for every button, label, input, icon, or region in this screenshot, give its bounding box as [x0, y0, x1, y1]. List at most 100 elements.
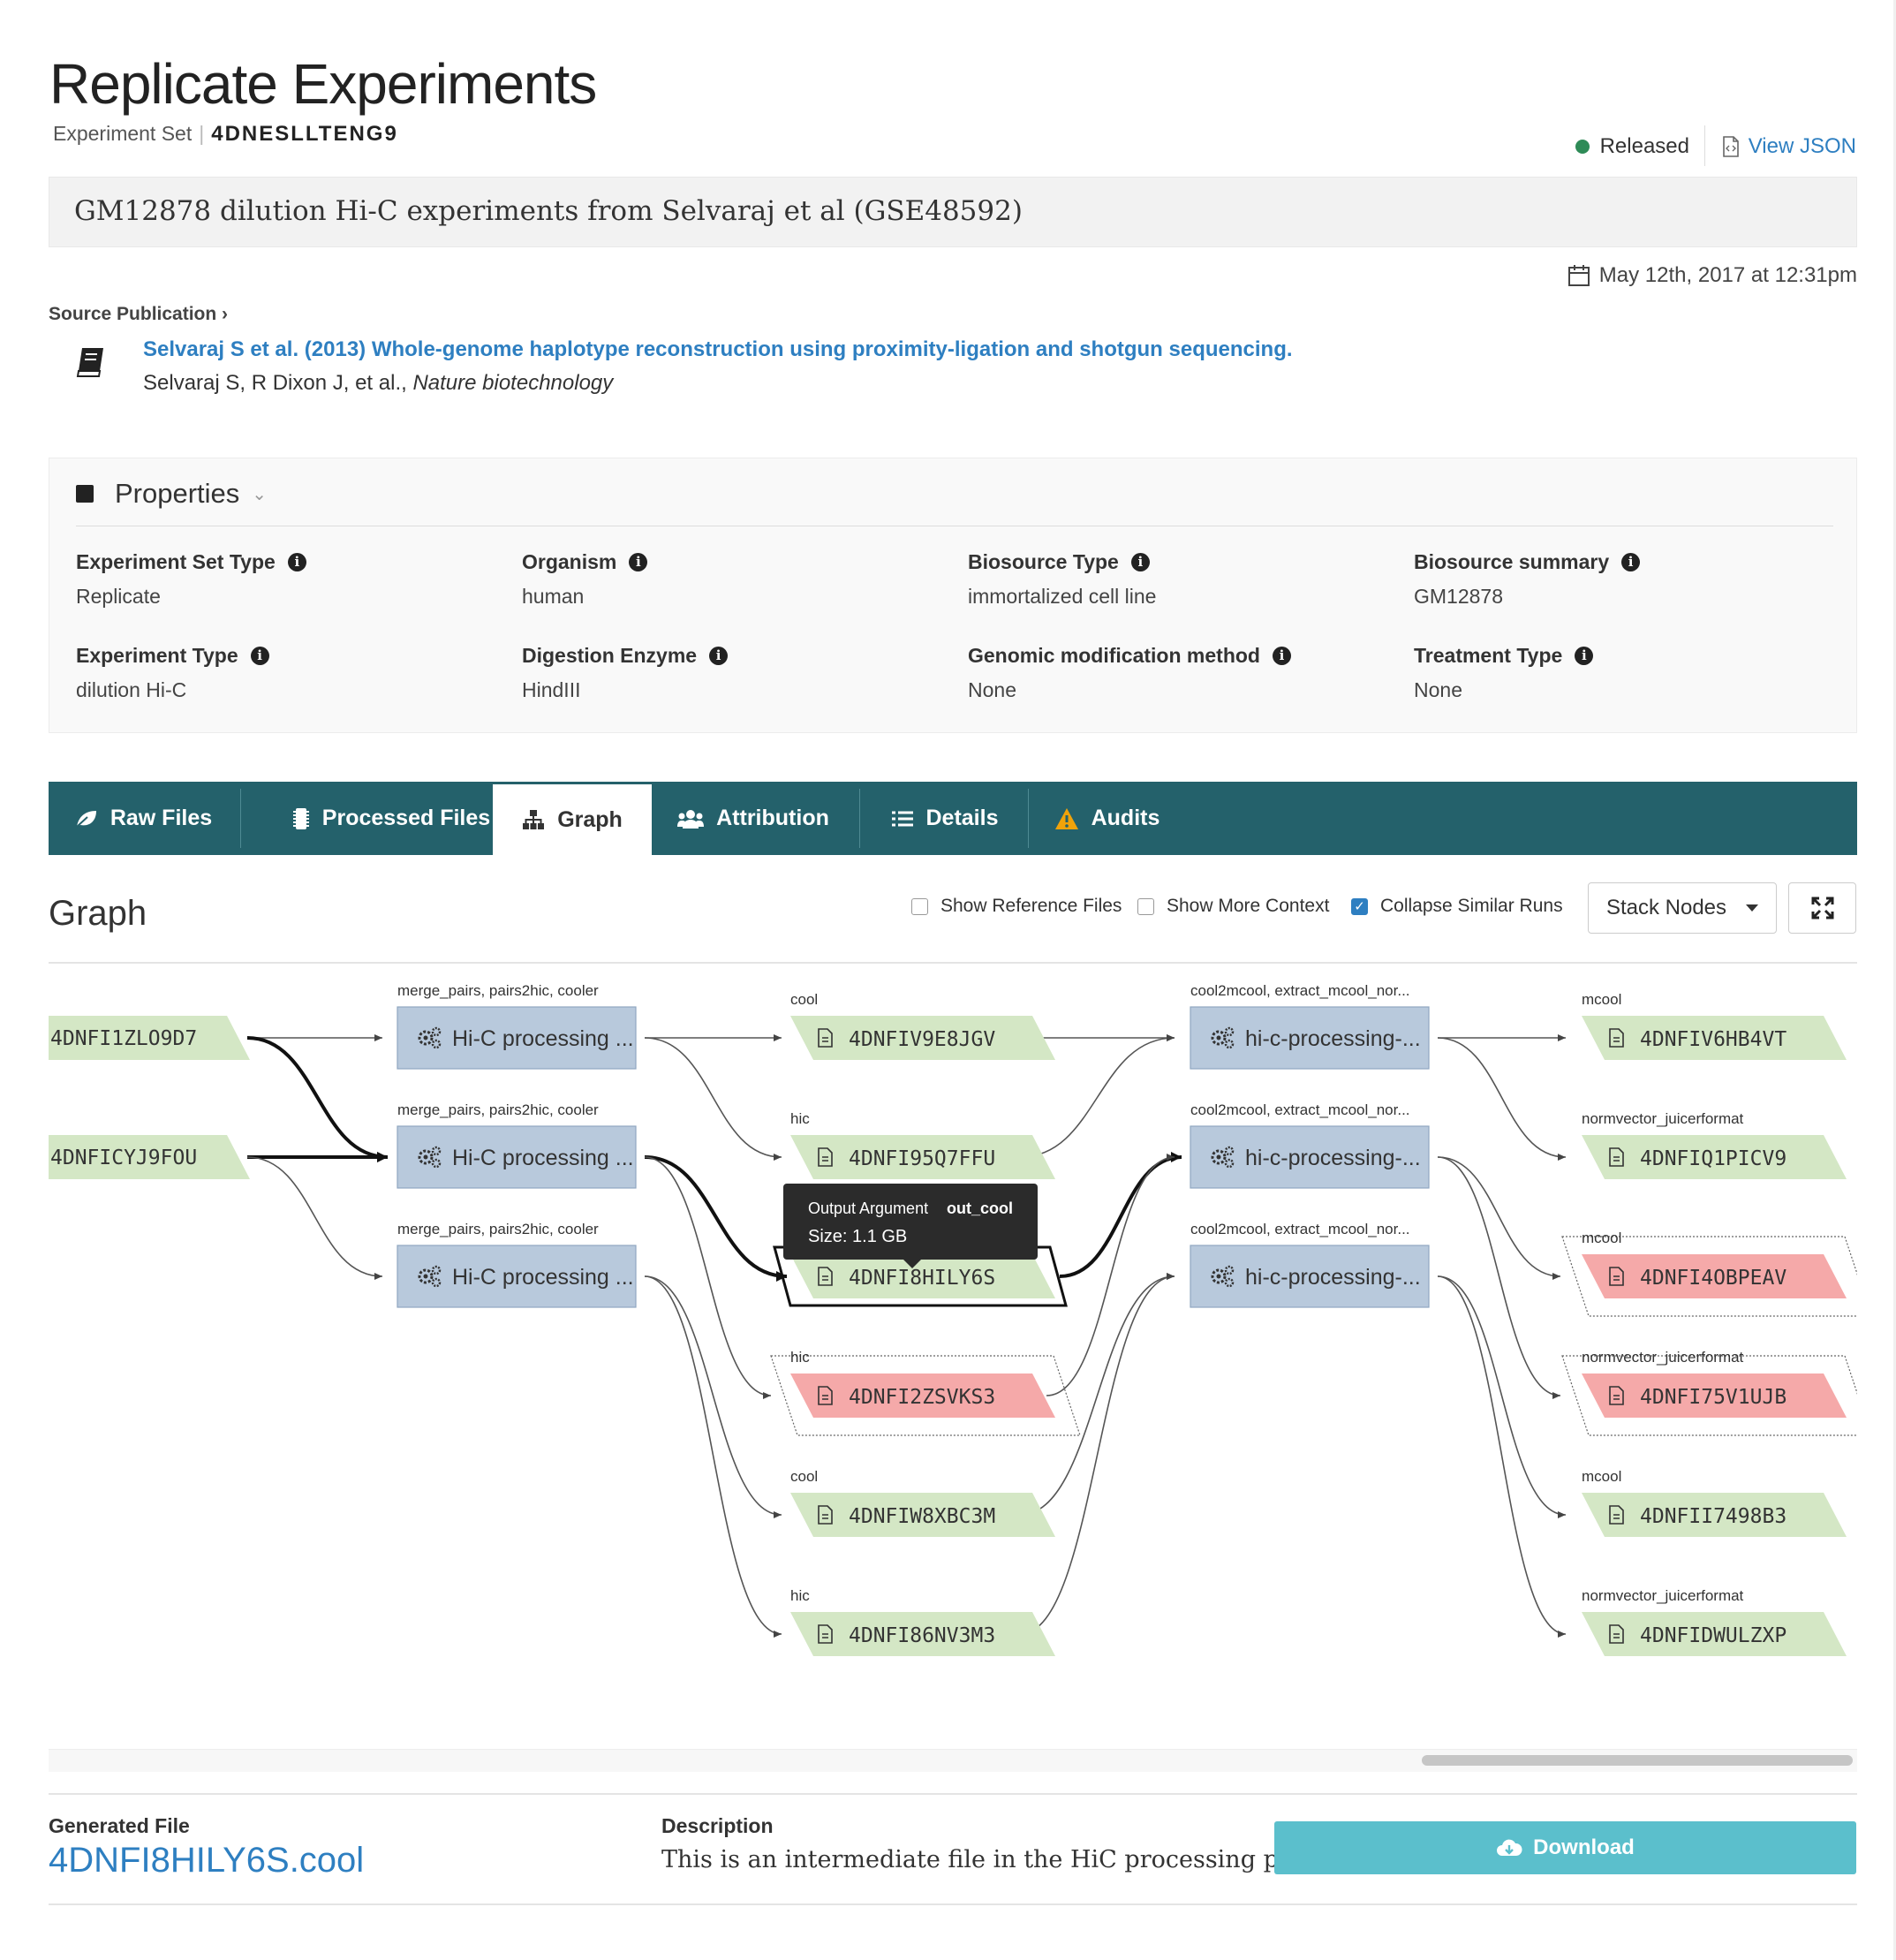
info-icon[interactable]: i	[1621, 553, 1641, 571]
page-subtitle: Experiment Set | 4DNESLLTENG9	[53, 122, 398, 147]
checkbox-icon	[911, 897, 928, 915]
expand-icon	[1811, 897, 1833, 919]
file-accession: 4DNFIV6HB4VT	[1640, 1028, 1786, 1051]
source-publication-toggle[interactable]: Source Publication ›	[49, 304, 228, 325]
property-genomic-modification-method: Genomic modification method i None	[968, 644, 1291, 702]
tab-label: Details	[925, 806, 999, 830]
workflow-step-node[interactable]: cool2mcool, extract_mcool_nor... hi-c-pro…	[1190, 982, 1430, 1070]
file-node[interactable]: normvector_juicerformat 4DNFI75V1UJB	[1561, 1349, 1857, 1436]
input-file-node[interactable]: 4DNFI1ZLO9D7	[49, 1016, 250, 1060]
workflow-step-node[interactable]: cool2mcool, extract_mcool_nor... hi-c-pro…	[1190, 1101, 1430, 1189]
property-treatment-type: Treatment Type i None	[1414, 644, 1594, 702]
workflow-step-node[interactable]: merge_pairs, pairs2hic, cooler Hi-C proce…	[397, 1101, 637, 1189]
file-format: normvector_juicerformat	[1582, 1587, 1744, 1604]
info-icon[interactable]: i	[287, 553, 306, 571]
graph-edge	[246, 1156, 383, 1280]
input-file-node[interactable]: 4DNFICYJ9FOU	[49, 1135, 250, 1179]
property-label-text: Experiment Set Type	[76, 550, 276, 573]
info-icon[interactable]: i	[1272, 647, 1291, 665]
show-reference-files-checkbox[interactable]: Show Reference Files	[911, 896, 1122, 917]
graph-heading: Graph	[49, 894, 147, 933]
stack-nodes-dropdown[interactable]: Stack Nodes	[1588, 882, 1777, 934]
caret-down-icon	[1746, 904, 1759, 912]
properties-header[interactable]: Properties ⌄	[76, 478, 267, 510]
property-value[interactable]: human	[522, 585, 647, 609]
file-accession: 4DNFIV9E8JGV	[849, 1028, 995, 1051]
info-icon[interactable]: i	[709, 647, 729, 665]
step-title: cool2mcool, extract_mcool_nor...	[1190, 1221, 1410, 1237]
property-value[interactable]: HindIII	[522, 678, 728, 702]
property-experiment-set-type: Experiment Set Type i Replicate	[76, 550, 306, 609]
property-value: GM12878	[1414, 585, 1504, 608]
publication-title-link[interactable]: Selvaraj S et al. (2013) Whole-genome ha…	[143, 337, 1293, 362]
footer-divider	[49, 1903, 1857, 1905]
list-icon	[891, 810, 914, 828]
tab-label: Processed Files	[321, 806, 491, 830]
workflow-step-node[interactable]: merge_pairs, pairs2hic, cooler Hi-C proce…	[397, 1221, 637, 1308]
subtitle-separator: |	[199, 122, 205, 145]
info-icon[interactable]: i	[629, 553, 648, 571]
graph-edge	[1437, 1275, 1567, 1518]
workflow-step-node[interactable]: merge_pairs, pairs2hic, cooler Hi-C proce…	[397, 982, 637, 1070]
property-label: Digestion Enzyme i	[522, 644, 729, 668]
calendar-icon	[1567, 265, 1590, 286]
tab-details[interactable]: Details	[861, 782, 1028, 855]
file-node[interactable]: mcool 4DNFI4OBPEAV	[1561, 1230, 1857, 1317]
tab-divider	[859, 789, 860, 848]
property-organism: Organism i human	[522, 550, 648, 609]
file-node[interactable]: cool 4DNFIW8XBC3M	[790, 1468, 1055, 1537]
graph-scroll-thumb[interactable]	[1422, 1755, 1853, 1766]
file-node[interactable]: hic 4DNFI86NV3M3	[790, 1587, 1055, 1656]
download-button[interactable]: Download	[1274, 1821, 1856, 1874]
property-label-text: Treatment Type	[1414, 644, 1563, 667]
tab-raw-files[interactable]: Raw Files	[49, 782, 238, 855]
leaf-icon	[75, 809, 98, 829]
file-node[interactable]: cool 4DNFIV9E8JGV	[790, 991, 1055, 1060]
file-node[interactable]: hic 4DNFI95Q7FFU	[790, 1110, 1055, 1179]
accession: 4DNESLLTENG9	[211, 122, 398, 146]
property-label-text: Experiment Type	[76, 644, 238, 667]
file-node[interactable]: hic 4DNFI2ZSVKS3	[770, 1349, 1081, 1436]
property-label-text: Digestion Enzyme	[522, 644, 698, 667]
graph-edge	[644, 1155, 788, 1282]
checkbox-label: Collapse Similar Runs	[1380, 896, 1563, 916]
tab-graph[interactable]: Graph	[493, 782, 652, 855]
tab-attribution[interactable]: Attribution	[652, 782, 855, 855]
file-format: hic	[790, 1110, 810, 1127]
collapse-similar-runs-checkbox[interactable]: ✓ Collapse Similar Runs	[1351, 896, 1563, 917]
step-label: hi-c-processing-...	[1245, 1026, 1421, 1051]
generated-file-link[interactable]: 4DNFI8HILY6S.cool	[49, 1841, 364, 1881]
info-icon[interactable]: i	[250, 647, 269, 665]
show-more-context-checkbox[interactable]: Show More Context	[1137, 896, 1329, 917]
info-icon[interactable]: i	[1575, 647, 1594, 665]
graph-edge	[644, 1275, 782, 1518]
property-label: Biosource summary i	[1414, 550, 1641, 574]
file-node[interactable]: mcool 4DNFIV6HB4VT	[1582, 991, 1847, 1060]
properties-panel: Properties ⌄ Experiment Set Type i Replicat…	[49, 458, 1857, 733]
tab-label: Audits	[1091, 806, 1160, 830]
sitemap-icon	[522, 809, 545, 830]
file-node[interactable]: mcool 4DNFII7498B3	[1582, 1468, 1847, 1537]
workflow-step-node[interactable]: cool2mcool, extract_mcool_nor... hi-c-pro…	[1190, 1221, 1430, 1308]
file-node[interactable]: normvector_juicerformat 4DNFIQ1PICV9	[1582, 1110, 1847, 1179]
file-code-icon	[1722, 136, 1739, 157]
step-title: cool2mcool, extract_mcool_nor...	[1190, 1101, 1410, 1118]
file-accession: 4DNFIW8XBC3M	[849, 1505, 995, 1528]
property-label: Treatment Type i	[1414, 644, 1594, 668]
info-icon[interactable]: i	[1130, 553, 1150, 571]
tab-label: Graph	[557, 806, 623, 832]
view-json-link[interactable]: View JSON	[1722, 134, 1856, 159]
tooltip-arg-value: out_cool	[947, 1199, 1013, 1217]
source-publication-label: Source Publication	[49, 304, 217, 324]
warning-icon	[1054, 807, 1079, 830]
stack-nodes-label: Stack Nodes	[1605, 896, 1727, 919]
graph-edge	[1437, 1156, 1561, 1280]
property-value: dilution Hi-C	[76, 678, 187, 701]
file-node[interactable]: normvector_juicerformat 4DNFIDWULZXP	[1582, 1587, 1847, 1656]
chevron-down-icon: ⌄	[252, 484, 268, 504]
step-label: hi-c-processing-...	[1245, 1146, 1421, 1170]
property-label-text: Biosource summary	[1414, 550, 1610, 573]
fullscreen-button[interactable]	[1788, 882, 1856, 934]
tab-audits[interactable]: Audits	[1030, 782, 1184, 855]
step-title: merge_pairs, pairs2hic, cooler	[397, 982, 599, 999]
